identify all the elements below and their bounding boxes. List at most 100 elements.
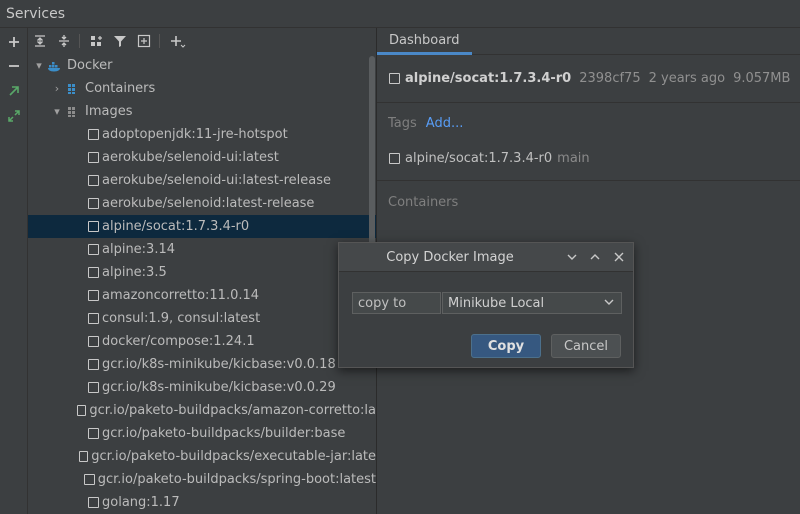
image-name: alpine/socat:1.7.3.4-r0 — [405, 71, 572, 86]
image-list-item[interactable]: gcr.io/k8s-minikube/kicbase:v0.0.18 — [28, 353, 376, 376]
image-list-item[interactable]: gcr.io/paketo-buildpacks/executable-jar:… — [28, 445, 376, 468]
images-icon — [64, 106, 82, 118]
image-icon — [88, 290, 99, 301]
section-divider — [377, 180, 800, 181]
copy-button[interactable]: Copy — [471, 334, 541, 358]
image-icon — [88, 267, 99, 278]
image-icon — [389, 153, 400, 164]
chevron-down-icon[interactable]: ▾ — [50, 105, 64, 118]
image-icon — [77, 405, 87, 416]
image-icon — [88, 428, 99, 439]
target-select-value: Minikube Local — [448, 295, 545, 311]
green-arrow-icon[interactable] — [0, 80, 28, 102]
image-list-item[interactable]: aerokube/selenoid:latest-release — [28, 192, 376, 215]
image-name: gcr.io/paketo-buildpacks/spring-boot:lat… — [97, 472, 376, 487]
tab-label: Dashboard — [389, 32, 460, 48]
image-list-item[interactable]: alpine:3.14 — [28, 238, 376, 261]
image-name: golang:1.17 — [102, 495, 180, 510]
filter-icon[interactable] — [110, 31, 130, 51]
tab-dashboard[interactable]: Dashboard — [377, 28, 472, 55]
image-icon — [88, 221, 99, 232]
tag-branch: main — [557, 151, 590, 166]
dialog-header[interactable]: Copy Docker Image — [339, 243, 633, 272]
cancel-button[interactable]: Cancel — [551, 334, 621, 358]
image-list-item[interactable]: gcr.io/k8s-minikube/kicbase:v0.0.29 — [28, 376, 376, 399]
tree-node-label: Containers — [85, 81, 156, 96]
image-list-item[interactable]: consul:1.9, consul:latest — [28, 307, 376, 330]
image-icon — [84, 474, 95, 485]
image-icon — [88, 198, 99, 209]
image-list-item[interactable]: gcr.io/paketo-buildpacks/amazon-corretto… — [28, 399, 376, 422]
image-name: docker/compose:1.24.1 — [102, 334, 255, 349]
image-name: alpine/socat:1.7.3.4-r0 — [102, 219, 250, 234]
close-icon[interactable] — [611, 249, 627, 265]
image-icon — [389, 73, 400, 84]
expand-all-icon[interactable] — [30, 31, 50, 51]
tree-scrollbar-thumb[interactable] — [369, 56, 375, 260]
section-divider — [377, 102, 800, 103]
image-icon — [78, 451, 89, 462]
chevron-down-icon[interactable]: ▾ — [32, 59, 46, 72]
toolbar-separator — [79, 34, 80, 48]
image-name: aerokube/selenoid-ui:latest-release — [102, 173, 331, 188]
image-list-item[interactable]: aerokube/selenoid-ui:latest — [28, 146, 376, 169]
copy-docker-image-dialog: Copy Docker Image copy to Minikube Local… — [338, 242, 634, 368]
chevron-down-icon[interactable] — [603, 296, 615, 312]
image-list-item[interactable]: gcr.io/paketo-buildpacks/builder:base — [28, 422, 376, 445]
image-icon — [88, 313, 99, 324]
image-list-item[interactable]: golang:1.17 — [28, 491, 376, 514]
chevron-right-icon[interactable]: › — [50, 82, 64, 95]
services-toolbar — [28, 28, 376, 54]
green-arrow-double-icon[interactable] — [0, 105, 28, 127]
image-size: 9.057MB — [733, 71, 791, 86]
image-icon — [88, 244, 99, 255]
image-name: amazoncorretto:11.0.14 — [102, 288, 260, 303]
tree-node-containers[interactable]: › Containers — [28, 77, 376, 100]
new-tab-icon[interactable] — [134, 31, 154, 51]
window-title: Services — [6, 6, 66, 22]
image-list-item[interactable]: aerokube/selenoid-ui:latest-release — [28, 169, 376, 192]
image-list-item-selected[interactable]: alpine/socat:1.7.3.4-r0 — [28, 215, 376, 238]
image-icon — [88, 359, 99, 370]
image-name: gcr.io/paketo-buildpacks/builder:base — [102, 426, 346, 441]
tag-name: alpine/socat:1.7.3.4-r0 — [405, 151, 553, 166]
target-select[interactable]: Minikube Local — [442, 292, 622, 314]
containers-label: Containers — [388, 195, 459, 210]
add-tag-link[interactable]: Add... — [426, 116, 464, 131]
image-name: aerokube/selenoid:latest-release — [102, 196, 315, 211]
image-icon — [88, 152, 99, 163]
tags-section: Tags Add... — [388, 116, 463, 131]
group-by-icon[interactable] — [86, 31, 106, 51]
image-name: alpine:3.5 — [102, 265, 167, 280]
chevron-up-icon[interactable] — [587, 249, 603, 265]
add-icon[interactable] — [168, 31, 188, 51]
image-name: gcr.io/paketo-buildpacks/amazon-corretto… — [89, 403, 376, 418]
image-list-item[interactable]: gcr.io/paketo-buildpacks/spring-boot:lat… — [28, 468, 376, 491]
left-toolbar — [0, 28, 28, 514]
tree-node-label: Docker — [67, 58, 113, 73]
image-icon — [88, 175, 99, 186]
add-icon[interactable] — [0, 31, 28, 53]
image-icon — [88, 497, 99, 508]
containers-icon — [64, 83, 82, 95]
toolbar-separator — [159, 34, 160, 48]
tag-item[interactable]: alpine/socat:1.7.3.4-r0 main — [389, 151, 590, 166]
image-list-item[interactable]: alpine:3.5 — [28, 261, 376, 284]
image-name: alpine:3.14 — [102, 242, 176, 257]
remove-icon[interactable] — [0, 55, 28, 77]
image-list-item[interactable]: adoptopenjdk:11-jre-hotspot — [28, 123, 376, 146]
image-age: 2 years ago — [648, 71, 726, 86]
image-list-item[interactable]: docker/compose:1.24.1 — [28, 330, 376, 353]
collapse-all-icon[interactable] — [54, 31, 74, 51]
chevron-down-icon[interactable] — [564, 249, 580, 265]
image-id: 2398cf75 — [579, 71, 641, 86]
tree-node-docker[interactable]: ▾ Docker — [28, 54, 376, 77]
image-name: gcr.io/k8s-minikube/kicbase:v0.0.18 — [102, 357, 336, 372]
tree-node-images[interactable]: ▾ Images — [28, 100, 376, 123]
image-name: aerokube/selenoid-ui:latest — [102, 150, 279, 165]
tree-node-label: Images — [85, 104, 133, 119]
image-header: alpine/socat:1.7.3.4-r0 2398cf75 2 years… — [389, 71, 790, 86]
image-icon — [88, 129, 99, 140]
image-list-item[interactable]: amazoncorretto:11.0.14 — [28, 284, 376, 307]
image-icon — [88, 382, 99, 393]
